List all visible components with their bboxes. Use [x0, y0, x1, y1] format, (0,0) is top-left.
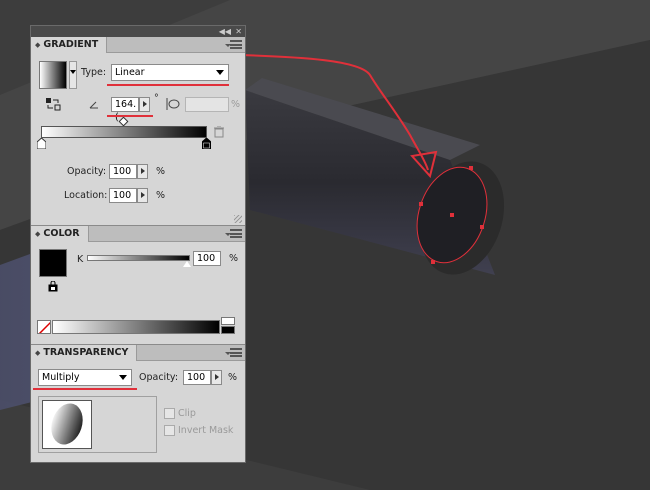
stop-location-field[interactable]: 100 — [109, 188, 137, 203]
gradient-stop-white[interactable] — [36, 137, 47, 150]
center-point — [450, 213, 454, 217]
collapse-icon[interactable]: ◀◀ — [219, 26, 231, 37]
blend-mode-select[interactable]: Multiply — [38, 369, 132, 386]
gradient-tab[interactable]: ◆ GRADIENT — [31, 37, 108, 53]
panel-menu-icon[interactable] — [225, 348, 242, 357]
k-channel-unit: % — [229, 253, 239, 264]
anchor-point — [419, 202, 423, 206]
gradient-swatch[interactable] — [39, 61, 67, 89]
color-tab[interactable]: ◆ COLOR — [31, 226, 89, 242]
transparency-opacity-unit: % — [228, 372, 238, 383]
blend-mode-value: Multiply — [42, 372, 80, 383]
black-swatch[interactable] — [221, 326, 235, 334]
gradient-slider[interactable] — [41, 126, 207, 138]
aspect-ratio-icon — [165, 97, 181, 111]
type-label: Type: — [81, 67, 107, 78]
close-icon[interactable]: ✕ — [235, 26, 242, 37]
transparency-tab[interactable]: ◆ TRANSPARENCY — [31, 345, 138, 361]
gradient-midpoint[interactable] — [118, 116, 129, 127]
aspect-ratio-field — [185, 97, 229, 112]
anchor-point — [480, 225, 484, 229]
k-channel-handle[interactable] — [183, 261, 191, 267]
object-thumbnail[interactable] — [42, 400, 92, 449]
aspect-ratio-unit: % — [231, 99, 241, 110]
out-of-gamut-icon[interactable] — [48, 280, 58, 292]
stop-location-value: 100 — [113, 190, 132, 201]
stop-location-label: Location: — [64, 190, 108, 201]
annotation-underline — [33, 388, 137, 390]
annotation-underline — [107, 84, 229, 86]
clip-checkbox[interactable] — [164, 408, 175, 419]
anchor-point — [469, 166, 473, 170]
none-swatch-icon[interactable] — [37, 320, 51, 334]
type-select[interactable]: Linear — [111, 64, 229, 81]
transparency-panel: ◆ TRANSPARENCY Multiply Opacity: 100 % Cl… — [31, 344, 245, 462]
grayscale-ramp[interactable] — [52, 320, 220, 334]
k-channel-value: 100 — [197, 253, 216, 264]
stop-opacity-label: Opacity: — [67, 166, 107, 177]
gradient-swatch-dropdown[interactable] — [69, 61, 77, 89]
angle-stepper[interactable] — [139, 97, 150, 112]
panel-menu-icon[interactable] — [225, 229, 242, 238]
transparency-opacity-value: 100 — [187, 372, 206, 383]
stop-location-stepper[interactable] — [137, 188, 148, 203]
dock-header[interactable]: ◀◀ ✕ — [31, 26, 245, 37]
gradient-tabbar: ◆ GRADIENT — [31, 37, 245, 53]
stop-location-unit: % — [156, 190, 166, 201]
color-tab-label: COLOR — [43, 228, 80, 239]
resize-grip-icon[interactable] — [234, 215, 242, 223]
panel-dock: ◀◀ ✕ ◆ GRADIENT Type: Linear 164.(° % O… — [30, 25, 246, 463]
invert-mask-checkbox[interactable] — [164, 425, 175, 436]
gradient-tab-label: GRADIENT — [43, 39, 99, 50]
invert-mask-label: Invert Mask — [178, 425, 234, 436]
type-select-value: Linear — [115, 67, 145, 78]
transparency-opacity-label: Opacity: — [139, 372, 179, 383]
stop-opacity-unit: % — [156, 166, 166, 177]
fill-color-swatch[interactable] — [39, 249, 67, 277]
white-swatch[interactable] — [221, 317, 235, 325]
degree-symbol: ° — [154, 93, 159, 104]
trash-icon[interactable] — [214, 125, 224, 138]
transparency-opacity-stepper[interactable] — [211, 370, 222, 385]
angle-field[interactable]: 164.( — [111, 97, 139, 123]
anchor-point — [431, 260, 435, 264]
chevron-down-icon — [119, 375, 127, 380]
reverse-gradient-icon[interactable] — [45, 97, 61, 111]
clip-label: Clip — [178, 408, 196, 419]
chevron-down-icon — [216, 70, 224, 75]
transparency-tab-label: TRANSPARENCY — [43, 347, 129, 358]
k-channel-label: K — [77, 254, 84, 265]
color-tabbar: ◆ COLOR — [31, 226, 245, 242]
gradient-stop-black[interactable] — [201, 137, 212, 150]
panel-menu-icon[interactable] — [225, 40, 242, 49]
k-channel-slider[interactable] — [87, 255, 190, 261]
k-channel-field[interactable]: 100 — [193, 251, 221, 266]
stop-opacity-field[interactable]: 100 — [109, 164, 137, 179]
transparency-opacity-field[interactable]: 100 — [183, 370, 211, 385]
object-thumbnail-frame — [38, 396, 157, 453]
stop-opacity-stepper[interactable] — [137, 164, 148, 179]
annotation-underline — [107, 115, 153, 117]
stop-opacity-value: 100 — [113, 166, 132, 177]
angle-icon — [89, 100, 99, 109]
transparency-tabbar: ◆ TRANSPARENCY — [31, 345, 245, 361]
color-panel: ◆ COLOR K 100 % — [31, 225, 245, 344]
gradient-panel: ◆ GRADIENT Type: Linear 164.( ° % Opacit… — [31, 37, 245, 225]
